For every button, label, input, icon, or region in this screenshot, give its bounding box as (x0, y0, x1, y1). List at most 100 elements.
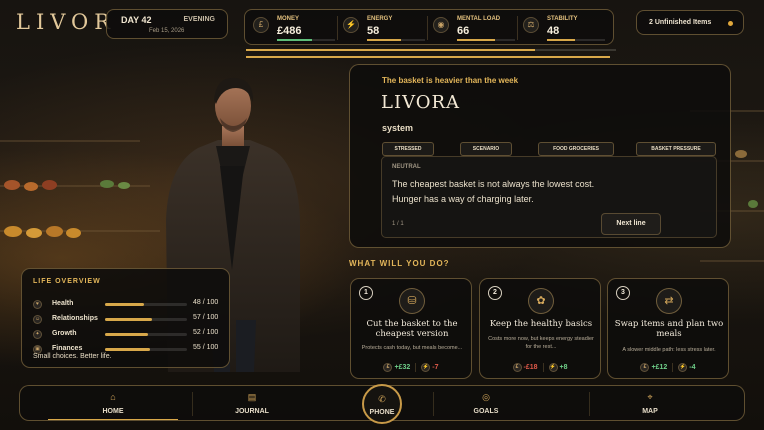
stat-value: 58 (367, 25, 380, 37)
stat-value: £486 (277, 25, 302, 37)
choice-effects: £ -£18 ⚡ +8 (480, 360, 600, 374)
effect-energy: ⚡ -7 (421, 362, 439, 372)
choice-number: 3 (616, 286, 630, 300)
effect-energy: ⚡ +8 (548, 362, 568, 372)
effect-value: -£18 (523, 363, 538, 371)
life-label: Finances (52, 345, 83, 352)
stat-bar (367, 39, 425, 41)
unfinished-items-label: 2 Unfinished Items (649, 19, 712, 26)
journal-icon: ▤ (247, 392, 257, 402)
day-period: EVENING (183, 16, 215, 23)
life-overview-panel: LIFE OVERVIEW ♥ Health 48 / 100 ☺ Relati… (21, 268, 230, 368)
choice-description: A slower middle path: less stress later. (622, 347, 716, 353)
stat-bar-fill (277, 39, 312, 41)
stat-bar-fill (457, 39, 496, 41)
notification-dot (728, 21, 733, 26)
brain-icon: ◉ (433, 17, 449, 33)
life-bar (105, 333, 187, 336)
next-line-button[interactable]: Next line (601, 213, 661, 235)
nav-phone[interactable]: ✆ PHONE (362, 384, 402, 424)
effect-value: +£32 (394, 363, 411, 371)
tag-food-groceries: FOOD GROCERIES (538, 142, 614, 156)
balance-icon: ⚖ (523, 17, 539, 33)
nav-label: MAP (642, 408, 658, 415)
effect-value: +£12 (651, 363, 668, 371)
phone-icon: ✆ (378, 394, 386, 404)
stat-name: MONEY (277, 16, 300, 22)
day-date: Feb 15, 2026 (149, 28, 185, 34)
effect-value: +8 (559, 363, 568, 371)
nav-goals[interactable]: ◎ GOALS (411, 386, 561, 422)
life-label: Health (52, 300, 74, 307)
choice-card-2[interactable]: 2 ✿ Keep the healthy basics Costs more n… (479, 278, 601, 379)
life-bar-fill (105, 303, 145, 306)
swap-icon: ⇄ (656, 288, 682, 314)
choice-description: Protects cash today, but meals become... (361, 345, 463, 351)
basket-icon: ⛁ (399, 288, 425, 314)
tag-scenario: SCENARIO (460, 142, 512, 156)
speaker-role: system (382, 123, 414, 133)
life-row-relationships: ☺ Relationships 57 / 100 (33, 314, 223, 326)
stat-name: STABILITY (547, 16, 578, 22)
nav-journal[interactable]: ▤ JOURNAL (177, 386, 327, 422)
nav-label: JOURNAL (235, 408, 269, 415)
choice-card-1[interactable]: 1 ⛁ Cut the basket to the cheapest versi… (350, 278, 472, 379)
stat-bar-fill (367, 39, 401, 41)
dialogue-line: Hunger has a way of charging later. (392, 194, 534, 204)
progress-fill (246, 49, 535, 51)
day-label: DAY 42 (121, 15, 152, 25)
life-bar-fill (105, 348, 151, 351)
nav-map[interactable]: ⌖ MAP (575, 386, 725, 422)
life-value: 52 / 100 (193, 329, 219, 336)
life-value: 55 / 100 (193, 344, 219, 351)
life-bar-fill (105, 318, 152, 321)
stat-value: 66 (457, 25, 470, 37)
money-icon: £ (383, 362, 393, 372)
life-label: Relationships (52, 315, 98, 322)
life-value: 57 / 100 (193, 314, 219, 321)
stats-panel: £ MONEY £486 ⚡ ENERGY 58 ◉ MENTAL LOAD 6… (244, 9, 614, 45)
stat-mental-load: ◉ MENTAL LOAD 66 (431, 13, 519, 43)
stat-value: 48 (547, 25, 560, 37)
coin-icon: £ (253, 17, 269, 33)
sprout-icon: ✦ (33, 330, 42, 339)
dialogue-kicker: The basket is heavier than the week (382, 76, 519, 85)
effect-money: £ +£12 (640, 362, 668, 372)
stat-bar (457, 39, 515, 41)
nav-label: PHONE (369, 409, 395, 416)
stat-stability: ⚖ STABILITY 48 (521, 13, 609, 43)
life-value: 48 / 100 (193, 299, 219, 306)
progress-fill (246, 56, 610, 58)
energy-icon: ⚡ (421, 362, 431, 372)
stat-bar (547, 39, 605, 41)
choice-prompt: WHAT WILL YOU DO? (349, 259, 450, 268)
energy-icon: ⚡ (678, 362, 688, 372)
choice-effects: £ +£12 ⚡ -4 (608, 360, 728, 374)
life-row-health: ♥ Health 48 / 100 (33, 299, 223, 311)
leaf-icon: ✿ (528, 288, 554, 314)
dialogue-progress: 1 / 1 (392, 221, 404, 227)
dialogue-box: NEUTRAL The cheapest basket is not alway… (381, 156, 717, 238)
choice-description: Costs more now, but keeps energy steadie… (488, 336, 594, 350)
choice-card-3[interactable]: 3 ⇄ Swap items and plan two meals A slow… (607, 278, 729, 379)
nav-home[interactable]: ⌂ HOME (38, 386, 188, 422)
life-bar-fill (105, 333, 148, 336)
choice-title: Keep the healthy basics (489, 319, 593, 329)
dialogue-panel: The basket is heavier than the week LIVO… (349, 64, 731, 248)
target-icon: ◎ (482, 392, 490, 402)
people-icon: ☺ (33, 315, 42, 324)
dialogue-tags: STRESSED SCENARIO FOOD GROCERIES BASKET … (382, 142, 722, 156)
unfinished-items-button[interactable]: 2 Unfinished Items (636, 10, 744, 35)
choice-title: Swap items and plan two meals (614, 319, 724, 339)
choice-number: 1 (359, 286, 373, 300)
choice-effects: £ +£32 ⚡ -7 (351, 360, 471, 374)
dialogue-mood: NEUTRAL (392, 164, 421, 170)
life-bar (105, 303, 187, 306)
day-panel: DAY 42 EVENING Feb 15, 2026 (106, 9, 228, 39)
stat-bar-fill (547, 39, 575, 41)
tag-basket-pressure: BASKET PRESSURE (636, 142, 716, 156)
effect-value: -7 (432, 363, 439, 371)
choice-title: Cut the basket to the cheapest version (366, 319, 458, 339)
life-row-growth: ✦ Growth 52 / 100 (33, 329, 223, 341)
home-icon: ⌂ (110, 392, 116, 402)
